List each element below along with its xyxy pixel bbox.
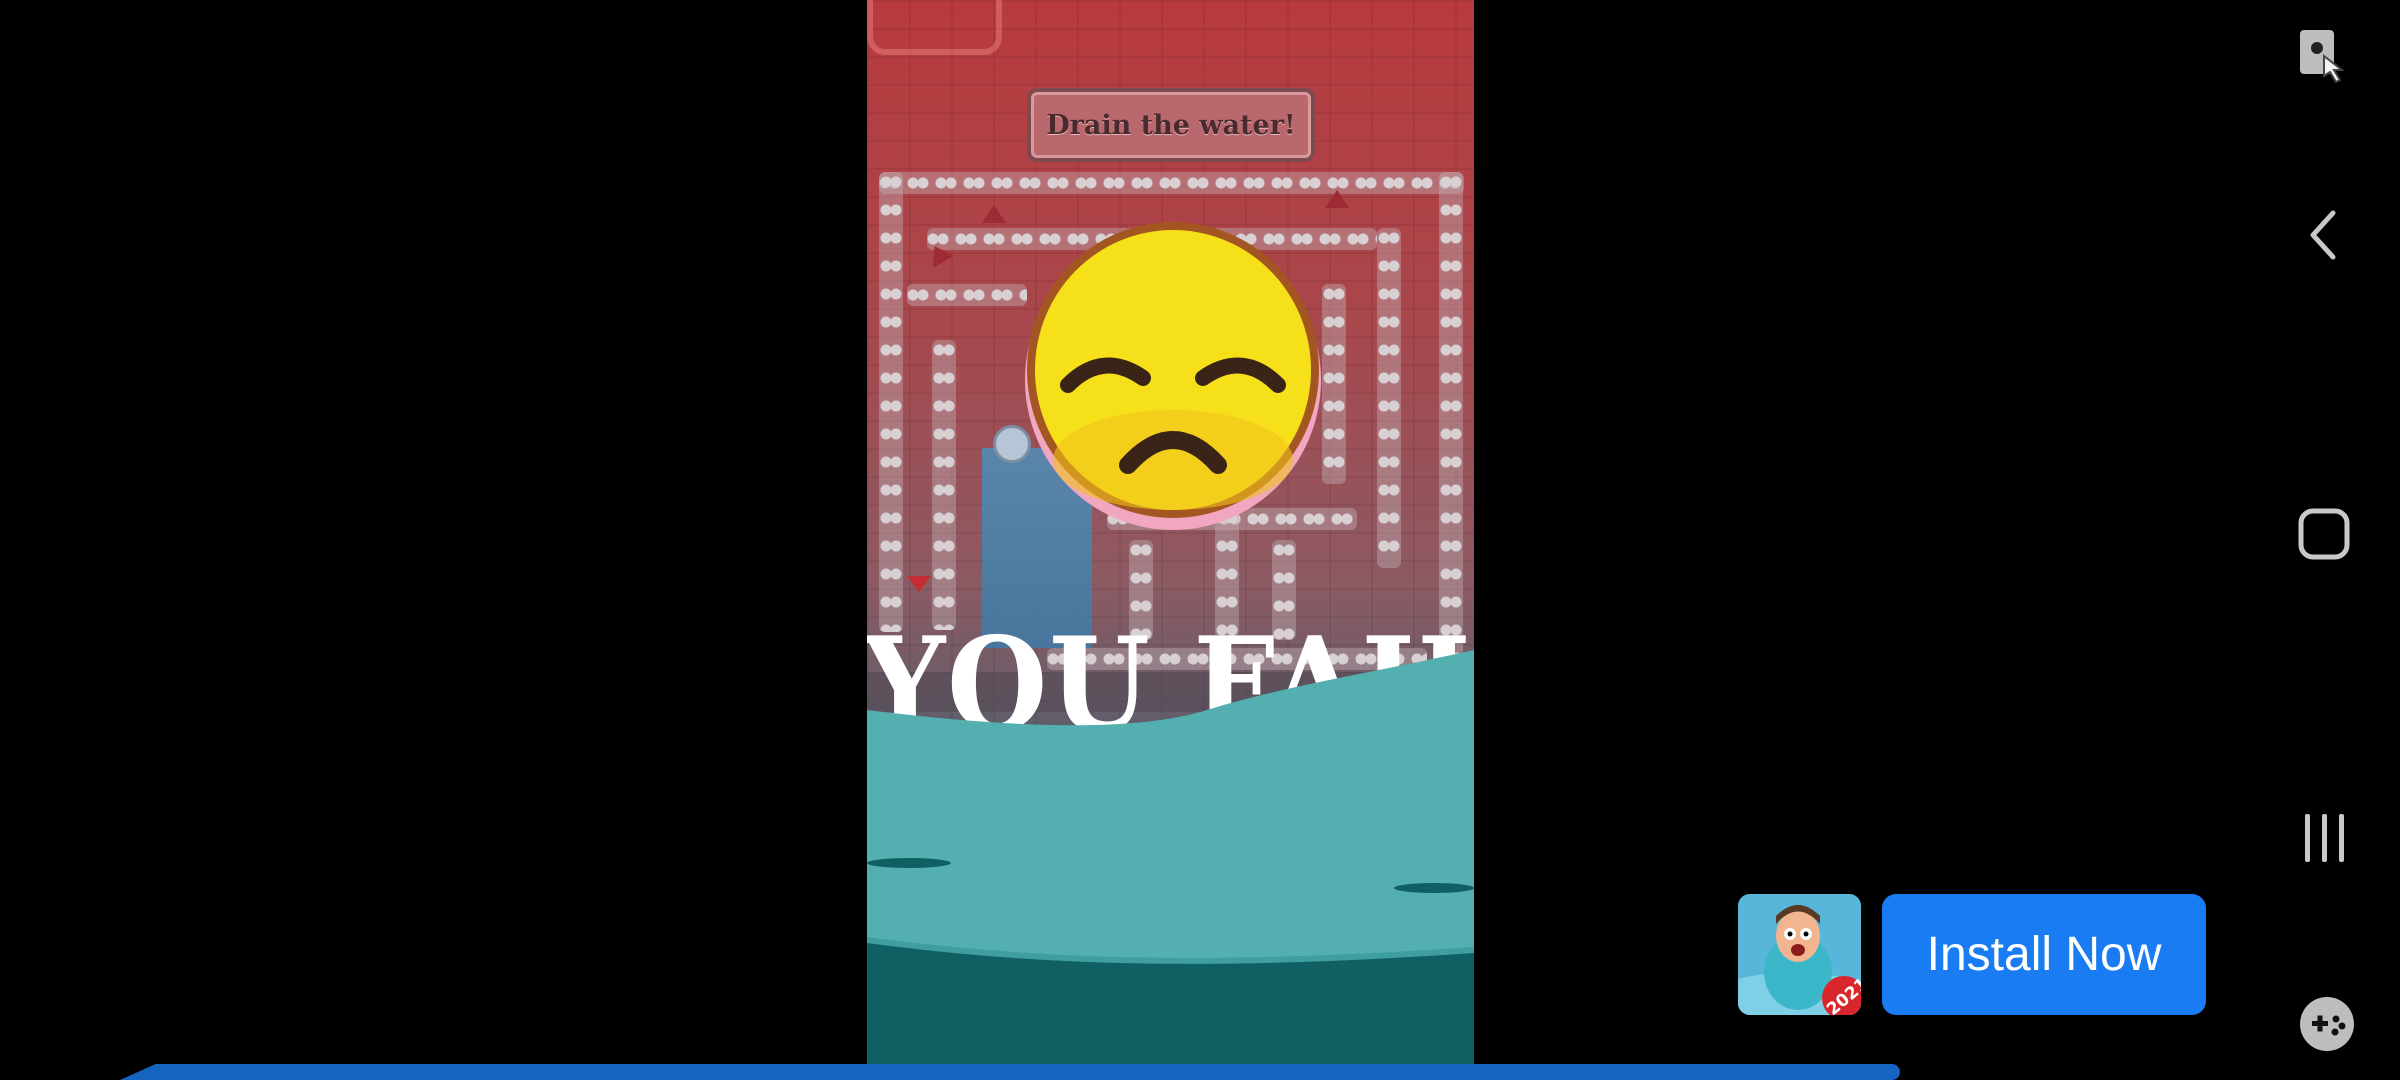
spike-hazard (982, 205, 1006, 223)
sea-waves (867, 650, 1474, 1064)
maze-wall-left (879, 172, 903, 632)
home-icon[interactable] (2298, 508, 2350, 560)
ad-progress-bar (120, 1064, 1900, 1080)
maze-wall-column-a (1322, 284, 1346, 484)
screenshot-touch-icon[interactable] (2298, 28, 2348, 86)
game-viewport[interactable]: Drain the water! YOU FAIL! (867, 0, 1474, 1064)
arrow-down-icon (907, 576, 931, 592)
ad-app-icon[interactable]: 2021 (1738, 894, 1861, 1015)
game-controller-icon[interactable] (2298, 995, 2356, 1053)
title-plate: Drain the water! (1027, 88, 1315, 162)
maze-wall-row-3 (907, 284, 1027, 306)
corner-frame (867, 0, 1002, 55)
ad-progress-fill (120, 1064, 1900, 1080)
maze-wall-right (1439, 172, 1463, 672)
back-icon[interactable] (2303, 205, 2343, 265)
sea-overlay (867, 640, 1474, 1064)
maze-wall-inner-right (1377, 228, 1401, 568)
recents-icon[interactable] (2301, 812, 2349, 864)
maze-wall-top (879, 172, 1464, 194)
sad-face-icon (1023, 220, 1323, 532)
level-title: Drain the water! (1046, 109, 1296, 141)
install-now-button[interactable]: Install Now (1882, 894, 2206, 1015)
spike-hazard (1325, 190, 1349, 208)
screen: Drain the water! YOU FAIL! (0, 0, 2400, 1080)
maze-wall-inner-left (932, 340, 956, 630)
